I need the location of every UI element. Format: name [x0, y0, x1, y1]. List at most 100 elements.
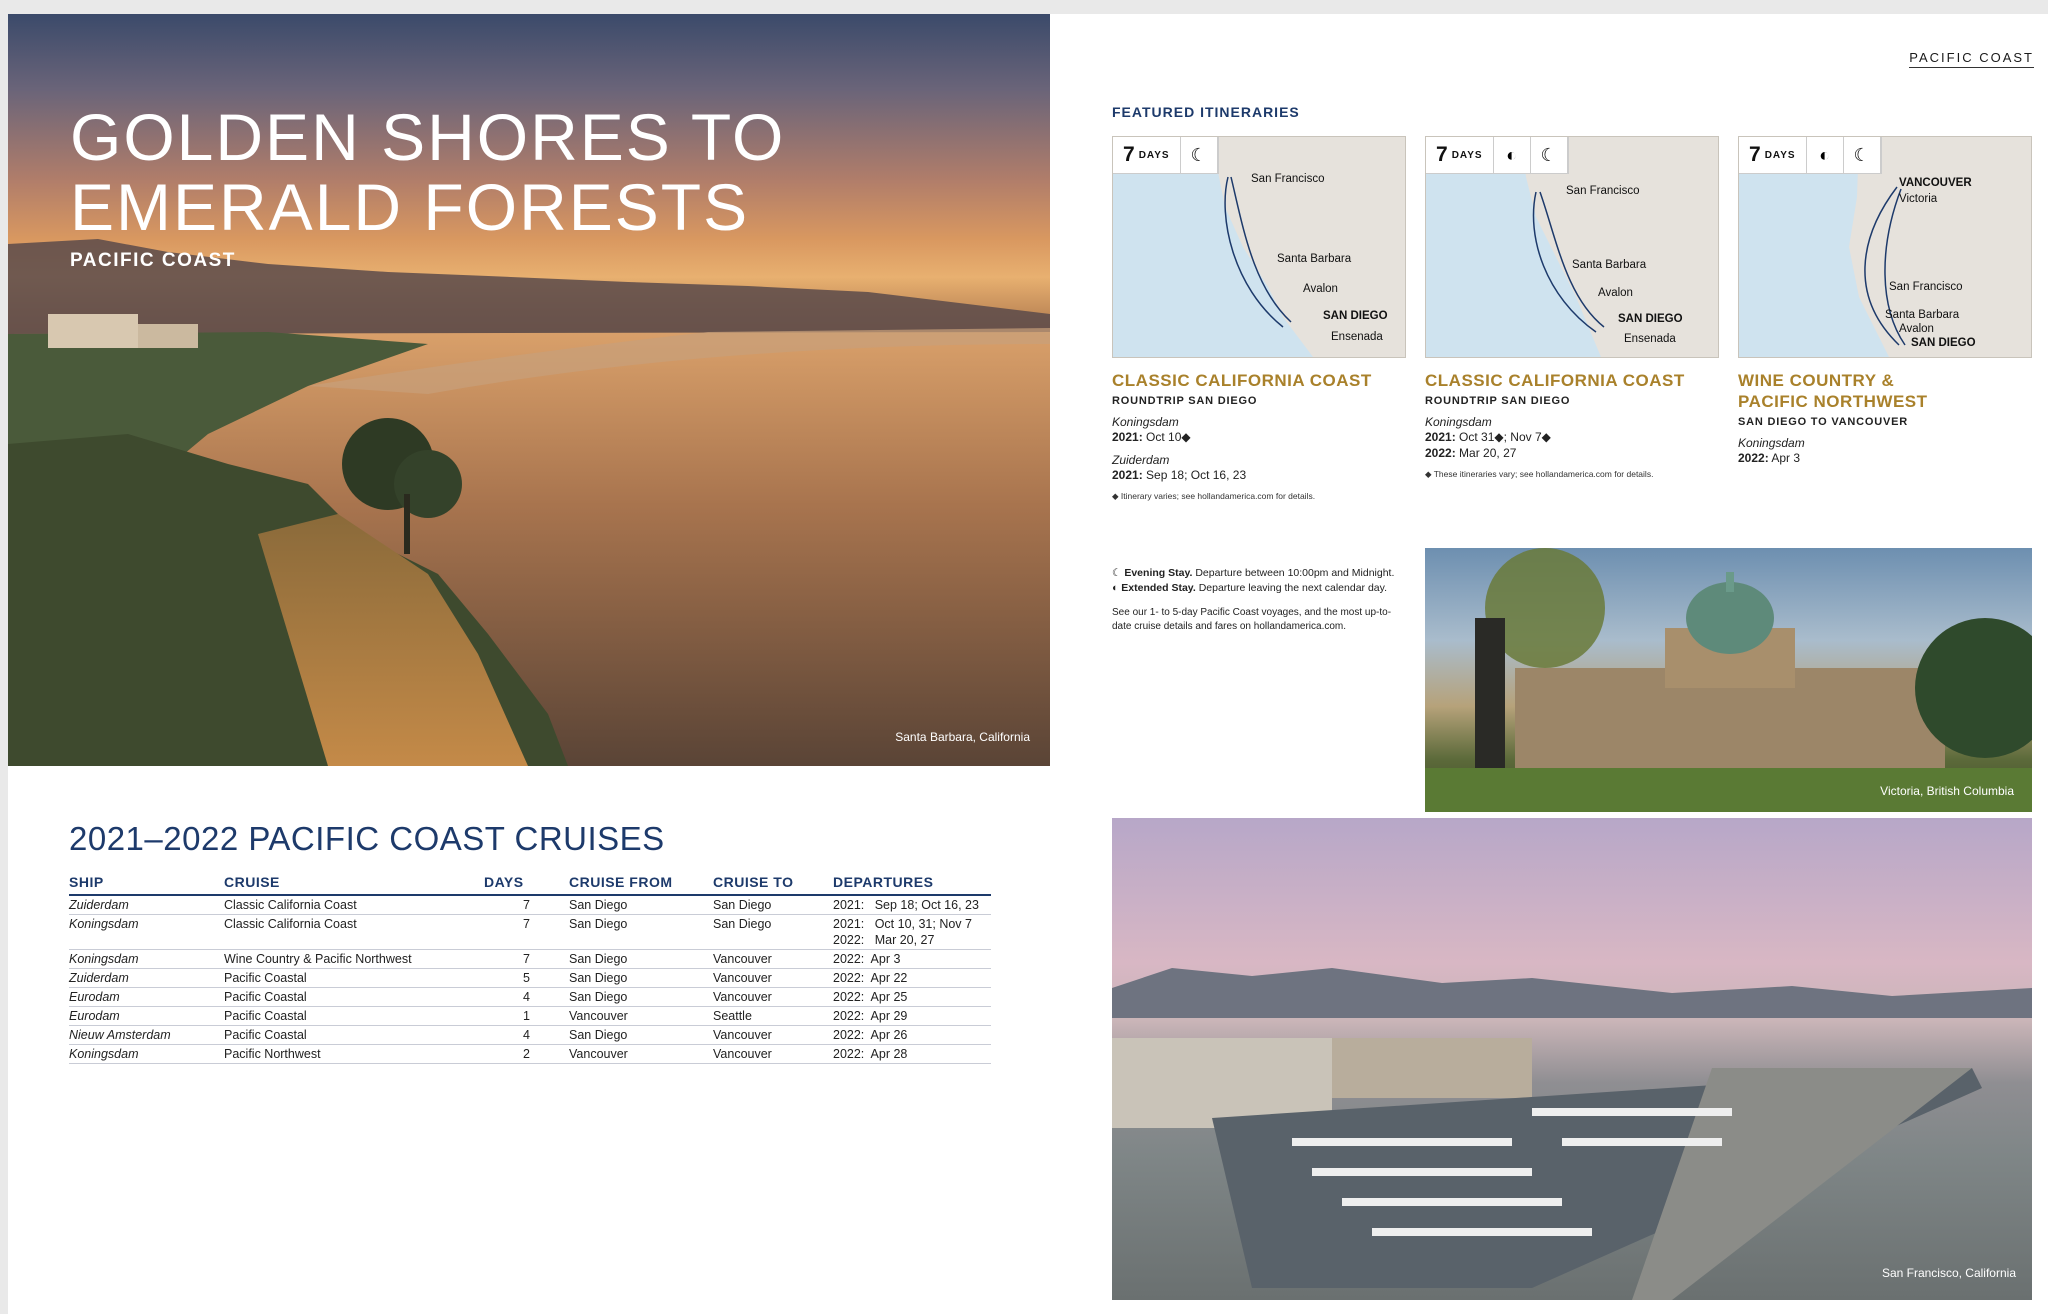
itinerary-map: 7 DAYS ◐ ☾ VANCOUVER Victoria San Francis…	[1738, 136, 2032, 358]
itinerary-note: ◆ Itinerary varies; see hollandamerica.c…	[1112, 491, 1316, 501]
cell-to: San Diego	[713, 895, 833, 915]
port-label: Avalon	[1303, 283, 1338, 295]
ship-dates: 2021: Oct 31◆; Nov 7◆	[1425, 430, 1551, 444]
cell-from: San Diego	[569, 895, 713, 915]
cell-cruise: Pacific Coastal	[224, 1006, 484, 1026]
port-label: Santa Barbara	[1572, 259, 1647, 271]
cell-days: 5	[484, 968, 569, 988]
sf-caption: San Francisco, California	[1881, 1266, 2016, 1280]
cell-departures: 2022: Apr 28	[833, 1044, 991, 1064]
ship-dates: 2022: Apr 3	[1738, 451, 1801, 465]
cell-departures: 2022: Apr 25	[833, 987, 991, 1007]
cell-to: San Diego	[713, 914, 833, 950]
cell-from: San Diego	[569, 914, 713, 950]
cell-from: San Diego	[569, 968, 713, 988]
cell-cruise: Classic California Coast	[224, 895, 484, 915]
moon-icon: ☾	[1844, 137, 1881, 173]
cell-cruise: Pacific Coastal	[224, 987, 484, 1007]
port-label: Ensenada	[1624, 333, 1676, 345]
cell-ship: Koningsdam	[69, 914, 224, 950]
duration-box: 7 DAYS ◐ ☾	[1426, 137, 1569, 174]
itinerary-title: CLASSIC CALIFORNIA COAST	[1112, 371, 1372, 390]
cell-ship: Koningsdam	[69, 949, 224, 969]
ship-dates: 2021: Sep 18; Oct 16, 23	[1112, 468, 1247, 482]
cell-ship: Nieuw Amsterdam	[69, 1025, 224, 1045]
ship-name: Koningsdam	[1425, 415, 1492, 429]
itinerary-route: ROUNDTRIP SAN DIEGO	[1112, 395, 1258, 407]
cell-days: 7	[484, 895, 569, 915]
extended-stay-icon: ◐	[1807, 137, 1844, 173]
duration-days: 7 DAYS	[1113, 137, 1181, 173]
itinerary-card-3[interactable]: 7 DAYS ◐ ☾ VANCOUVER Victoria San Francis…	[1738, 136, 2032, 466]
cell-to: Vancouver	[713, 987, 833, 1007]
victoria-photo: Victoria, British Columbia	[1425, 548, 2032, 812]
cruises-table-title: 2021–2022 PACIFIC COAST CRUISES	[69, 820, 665, 857]
cell-from: Vancouver	[569, 1044, 713, 1064]
itinerary-title: CLASSIC CALIFORNIA COAST	[1425, 371, 1685, 390]
cell-days: 4	[484, 1025, 569, 1045]
extended-stay-icon: ◐	[1494, 137, 1531, 173]
cell-from: Vancouver	[569, 1006, 713, 1026]
col-ship: SHIP	[69, 872, 224, 896]
port-label: Avalon	[1598, 287, 1633, 299]
cell-from: San Diego	[569, 949, 713, 969]
cell-cruise: Pacific Northwest	[224, 1044, 484, 1064]
cell-days: 7	[484, 914, 569, 950]
section-tag: PACIFIC COAST	[1909, 50, 2034, 68]
port-label: San Francisco	[1251, 173, 1325, 185]
cell-to: Vancouver	[713, 968, 833, 988]
itinerary-note: ◆ These itineraries vary; see hollandame…	[1425, 469, 1654, 479]
cell-cruise: Pacific Coastal	[224, 1025, 484, 1045]
table-row: Eurodam Pacific Coastal 1 Vancouver Seat…	[69, 1006, 991, 1026]
cell-departures: 2021: Oct 10, 31; Nov 7 2022: Mar 20, 27	[833, 914, 991, 950]
port-label: Victoria	[1899, 193, 1938, 205]
col-cruise: CRUISE	[224, 872, 484, 896]
cell-ship: Koningsdam	[69, 1044, 224, 1064]
cell-ship: Zuiderdam	[69, 895, 224, 915]
itinerary-card-1[interactable]: 7 DAYS ☾ San Francisco Santa Barbara Aval…	[1112, 136, 1406, 502]
table-row: Nieuw Amsterdam Pacific Coastal 4 San Di…	[69, 1025, 991, 1045]
col-from: CRUISE FROM	[569, 872, 713, 896]
cell-days: 7	[484, 949, 569, 969]
featured-heading: FEATURED ITINERARIES	[1112, 104, 1300, 120]
port-label: Santa Barbara	[1885, 309, 1960, 321]
port-label: SAN DIEGO	[1323, 310, 1388, 322]
duration-box: 7 DAYS ☾	[1113, 137, 1219, 174]
cell-to: Seattle	[713, 1006, 833, 1026]
ship-name: Koningsdam	[1738, 436, 1805, 450]
cell-to: Vancouver	[713, 1044, 833, 1064]
col-departures: DEPARTURES	[833, 872, 991, 896]
victoria-caption: Victoria, British Columbia	[1880, 784, 2014, 798]
ship-dates: 2021: Oct 10◆	[1112, 430, 1191, 444]
duration-days: 7 DAYS	[1739, 137, 1807, 173]
cell-departures: 2022: Apr 29	[833, 1006, 991, 1026]
moon-icon: ☾	[1112, 567, 1125, 579]
extended-stay-icon: ◐	[1112, 582, 1122, 594]
san-francisco-photo: San Francisco, California	[1112, 818, 2032, 1300]
parliament-illustration	[1425, 548, 2032, 812]
cell-departures: 2022: Apr 3	[833, 949, 991, 969]
cruises-table: SHIP CRUISE DAYS CRUISE FROM CRUISE TO D…	[69, 872, 991, 1064]
itinerary-card-2[interactable]: 7 DAYS ◐ ☾ San Francisco Santa Barbara Av…	[1425, 136, 1719, 480]
hero-caption: Santa Barbara, California	[895, 730, 1030, 744]
brochure-page: GOLDEN SHORES TO EMERALD FORESTS PACIFIC…	[8, 14, 2048, 1314]
cell-from: San Diego	[569, 987, 713, 1007]
port-label: SAN DIEGO	[1911, 337, 1976, 349]
legend-note: See our 1- to 5-day Pacific Coast voyage…	[1112, 607, 1392, 632]
moon-icon: ☾	[1531, 137, 1568, 173]
col-to: CRUISE TO	[713, 872, 833, 896]
port-label: San Francisco	[1889, 281, 1963, 293]
port-label: Ensenada	[1331, 331, 1383, 343]
ship-dates: 2022: Mar 20, 27	[1425, 446, 1517, 460]
cell-to: Vancouver	[713, 1025, 833, 1045]
moon-icon: ☾	[1181, 137, 1218, 173]
itinerary-route: SAN DIEGO TO VANCOUVER	[1738, 416, 1908, 428]
cell-days: 2	[484, 1044, 569, 1064]
hero-photo: GOLDEN SHORES TO EMERALD FORESTS PACIFIC…	[8, 14, 1050, 766]
cell-cruise: Classic California Coast	[224, 914, 484, 950]
duration-box: 7 DAYS ◐ ☾	[1739, 137, 1882, 174]
cell-ship: Zuiderdam	[69, 968, 224, 988]
itinerary-map: 7 DAYS ◐ ☾ San Francisco Santa Barbara Av…	[1425, 136, 1719, 358]
cell-ship: Eurodam	[69, 1006, 224, 1026]
port-label: San Francisco	[1566, 185, 1640, 197]
